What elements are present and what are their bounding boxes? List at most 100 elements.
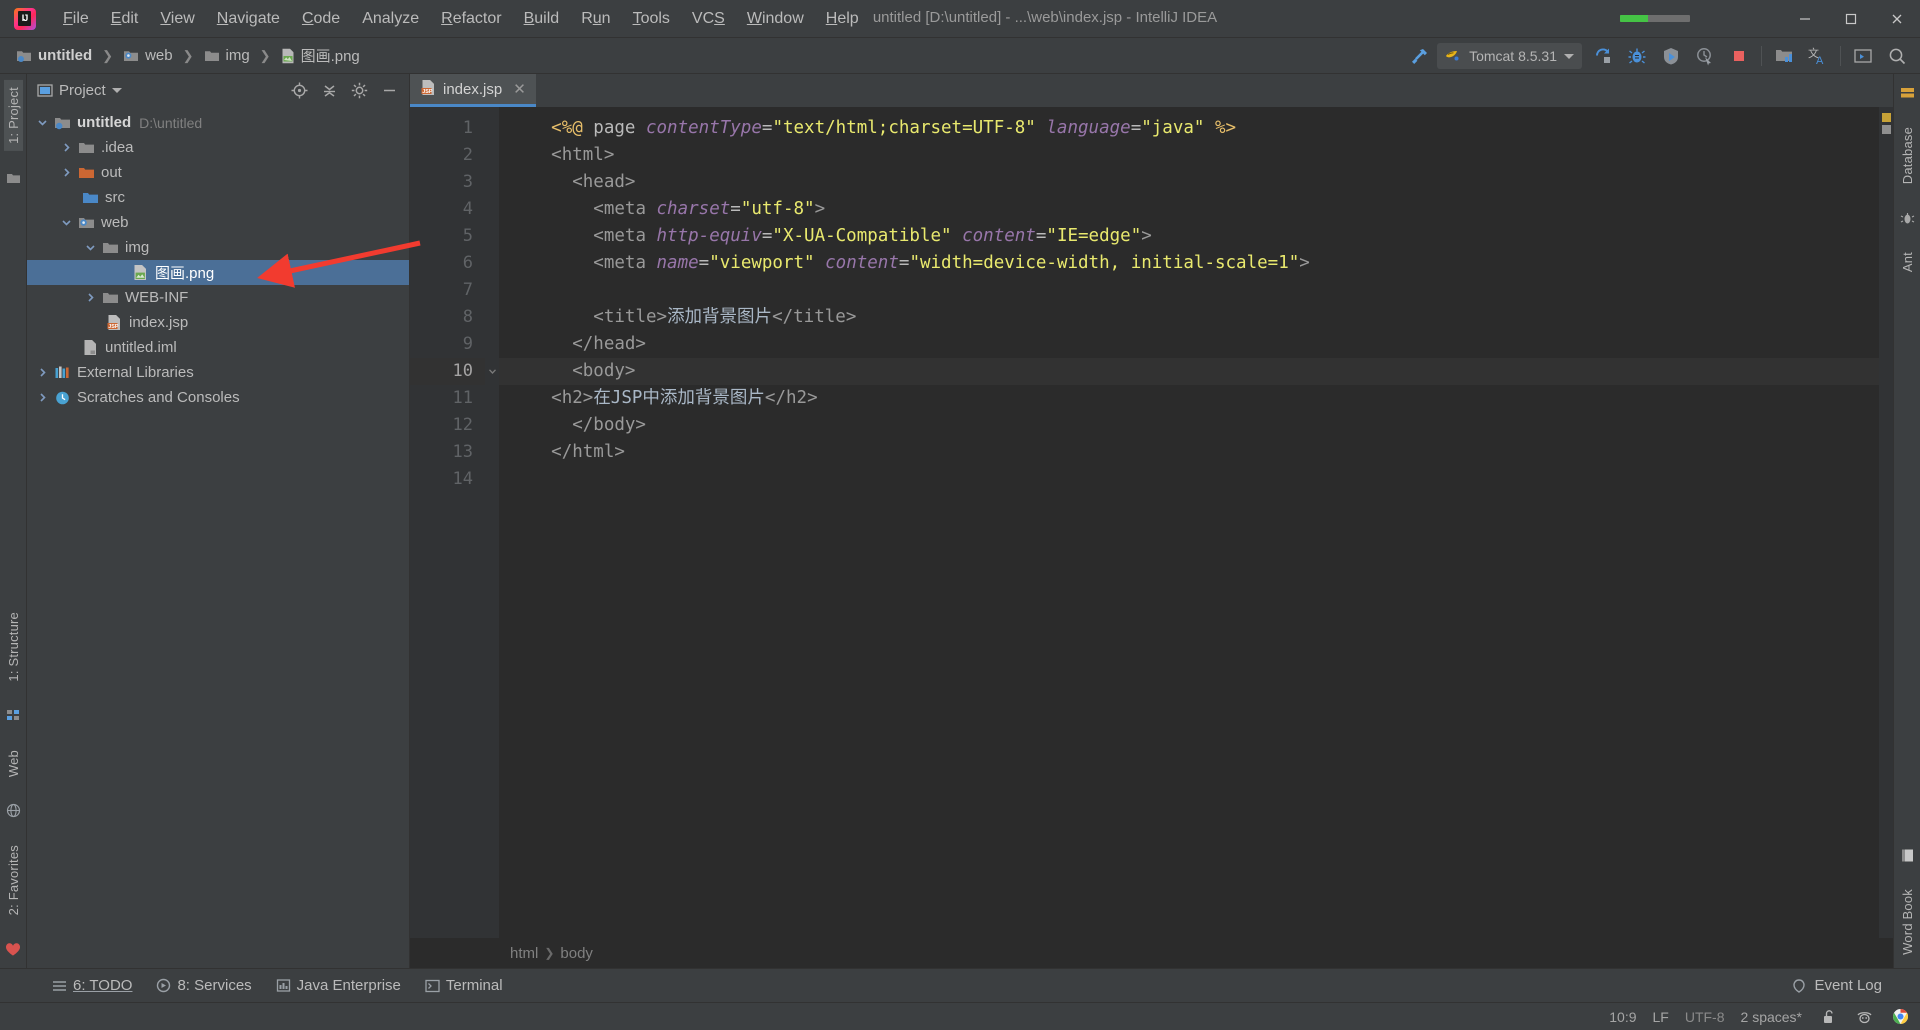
line-separator[interactable]: LF [1653, 1009, 1669, 1025]
right-rail-top: Database Ant [1894, 80, 1920, 279]
editor-tab-index-jsp[interactable]: JSP index.jsp ✕ [410, 74, 536, 107]
tool-window-tab-project[interactable]: 1: Project [3, 80, 23, 151]
word-book-icon[interactable] [1897, 845, 1917, 865]
breadcrumb-item-file[interactable]: 图画.png [277, 43, 364, 68]
run-configuration-selector[interactable]: Tomcat 8.5.31 [1437, 43, 1582, 69]
breadcrumb-item-module[interactable]: untitled [12, 45, 96, 66]
build-hammer-icon[interactable] [1403, 41, 1437, 71]
folder-icon [204, 48, 220, 63]
tree-item-image-file[interactable]: 图画.png [27, 260, 409, 285]
tree-item-idea[interactable]: .idea [27, 135, 409, 160]
editor-breadcrumb-html[interactable]: html [510, 945, 538, 962]
tree-item-web[interactable]: web [27, 210, 409, 235]
hide-panel-icon[interactable] [377, 78, 401, 102]
tool-window-tab-database[interactable]: Database [1898, 120, 1917, 191]
chevron-right-icon[interactable] [33, 367, 51, 378]
event-log-button[interactable]: Event Log [1791, 977, 1882, 994]
debug-button[interactable] [1620, 41, 1654, 71]
translate-button[interactable]: 文 A [1801, 41, 1835, 71]
tool-window-tab-web[interactable]: Web [4, 743, 23, 784]
chevron-right-icon[interactable] [81, 292, 99, 303]
chevron-down-icon[interactable] [111, 87, 122, 93]
globe-icon[interactable] [3, 801, 23, 821]
tool-window-tab-favorites[interactable]: 2: Favorites [4, 838, 23, 922]
tree-item-index-jsp[interactable]: JSP index.jsp [27, 310, 409, 335]
structure-icon[interactable] [3, 706, 23, 726]
chevron-right-icon[interactable] [57, 167, 75, 178]
locate-file-icon[interactable] [287, 78, 311, 102]
project-tree: untitled D:\untitled .idea out src web i… [27, 106, 409, 968]
close-button[interactable] [1874, 0, 1920, 38]
code-content[interactable]: <%@ page contentType="text/html;charset=… [499, 107, 1879, 938]
bottom-tab-label: Terminal [445, 977, 503, 994]
chevron-down-icon[interactable] [57, 217, 75, 228]
bottom-tab-terminal[interactable]: Terminal [413, 973, 515, 998]
code-editor[interactable]: 1 2 3 4 5 6 7 8 9 10 11 12 13 14 <%@ pag… [410, 107, 1893, 938]
run-button[interactable] [1586, 41, 1620, 71]
database-marker-icon[interactable] [1897, 83, 1917, 103]
menu-window[interactable]: Window [736, 5, 815, 33]
menu-refactor[interactable]: Refactor [430, 5, 512, 33]
module-folder-icon [51, 115, 73, 130]
tree-item-scratches[interactable]: Scratches and Consoles [27, 385, 409, 410]
chevron-right-icon[interactable] [57, 142, 75, 153]
error-stripe-scrollbar[interactable] [1879, 107, 1893, 938]
chevron-right-icon[interactable] [33, 392, 51, 403]
menu-code[interactable]: Code [291, 5, 351, 33]
stop-button[interactable] [1722, 41, 1756, 71]
caret-position[interactable]: 10:9 [1609, 1009, 1636, 1025]
editor-breadcrumb-body[interactable]: body [560, 945, 593, 962]
menu-edit[interactable]: Edit [100, 5, 150, 33]
gear-icon[interactable] [347, 78, 371, 102]
chrome-icon[interactable] [1890, 1007, 1910, 1027]
tree-item-src[interactable]: src [27, 185, 409, 210]
search-everywhere-button[interactable] [1880, 41, 1914, 71]
tree-item-untitled[interactable]: untitled D:\untitled [27, 110, 409, 135]
heart-icon[interactable] [3, 939, 23, 959]
menu-tools[interactable]: Tools [622, 5, 681, 33]
tree-item-out[interactable]: out [27, 160, 409, 185]
bottom-tab-services[interactable]: 8: Services [144, 973, 263, 998]
warning-stripe-marker[interactable] [1882, 113, 1891, 122]
unlocked-icon[interactable] [1818, 1007, 1838, 1027]
terminal-button[interactable] [1846, 41, 1880, 71]
menu-navigate[interactable]: Navigate [206, 5, 291, 33]
fold-marker-icon[interactable] [485, 358, 499, 385]
tool-window-tab-word-book[interactable]: Word Book [1898, 882, 1917, 962]
tree-item-img[interactable]: img [27, 235, 409, 260]
project-structure-button[interactable] [1767, 41, 1801, 71]
breadcrumb-item-img[interactable]: img [200, 45, 254, 66]
menu-help[interactable]: Help [815, 5, 870, 33]
bottom-tab-java-enterprise[interactable]: Java Enterprise [264, 973, 413, 998]
menu-analyze[interactable]: Analyze [351, 5, 430, 33]
collapse-all-icon[interactable] [317, 78, 341, 102]
hector-icon[interactable] [1854, 1007, 1874, 1027]
tree-item-iml[interactable]: untitled.iml [27, 335, 409, 360]
ant-icon[interactable] [1897, 208, 1917, 228]
run-with-coverage-button[interactable] [1654, 41, 1688, 71]
menu-build[interactable]: Build [513, 5, 571, 33]
menu-vcs[interactable]: VCS [681, 5, 736, 33]
menu-file[interactable]: FFileile [52, 5, 100, 33]
tree-item-external-libraries[interactable]: External Libraries [27, 360, 409, 385]
minimize-button[interactable] [1782, 0, 1828, 38]
structure-marker-icon[interactable] [3, 168, 23, 188]
close-icon[interactable]: ✕ [513, 80, 526, 98]
chevron-down-icon[interactable] [33, 117, 51, 128]
maximize-button[interactable] [1828, 0, 1874, 38]
breadcrumb-item-web[interactable]: web [119, 45, 177, 66]
event-log-label: Event Log [1814, 977, 1882, 994]
tool-window-tab-structure[interactable]: 1: Structure [4, 605, 23, 689]
info-stripe-marker[interactable] [1882, 125, 1891, 134]
line-number: 6 [462, 253, 473, 273]
code-folding-gutter[interactable] [485, 107, 499, 938]
menu-view[interactable]: View [149, 5, 205, 33]
bottom-tab-todo[interactable]: 6: TODO [40, 973, 144, 998]
profile-button[interactable] [1688, 41, 1722, 71]
menu-run[interactable]: Run [570, 5, 621, 33]
file-encoding[interactable]: UTF-8 [1685, 1009, 1725, 1025]
indent-setting[interactable]: 2 spaces* [1741, 1009, 1802, 1025]
tool-window-tab-ant[interactable]: Ant [1898, 245, 1917, 279]
chevron-down-icon[interactable] [81, 242, 99, 253]
tree-item-web-inf[interactable]: WEB-INF [27, 285, 409, 310]
